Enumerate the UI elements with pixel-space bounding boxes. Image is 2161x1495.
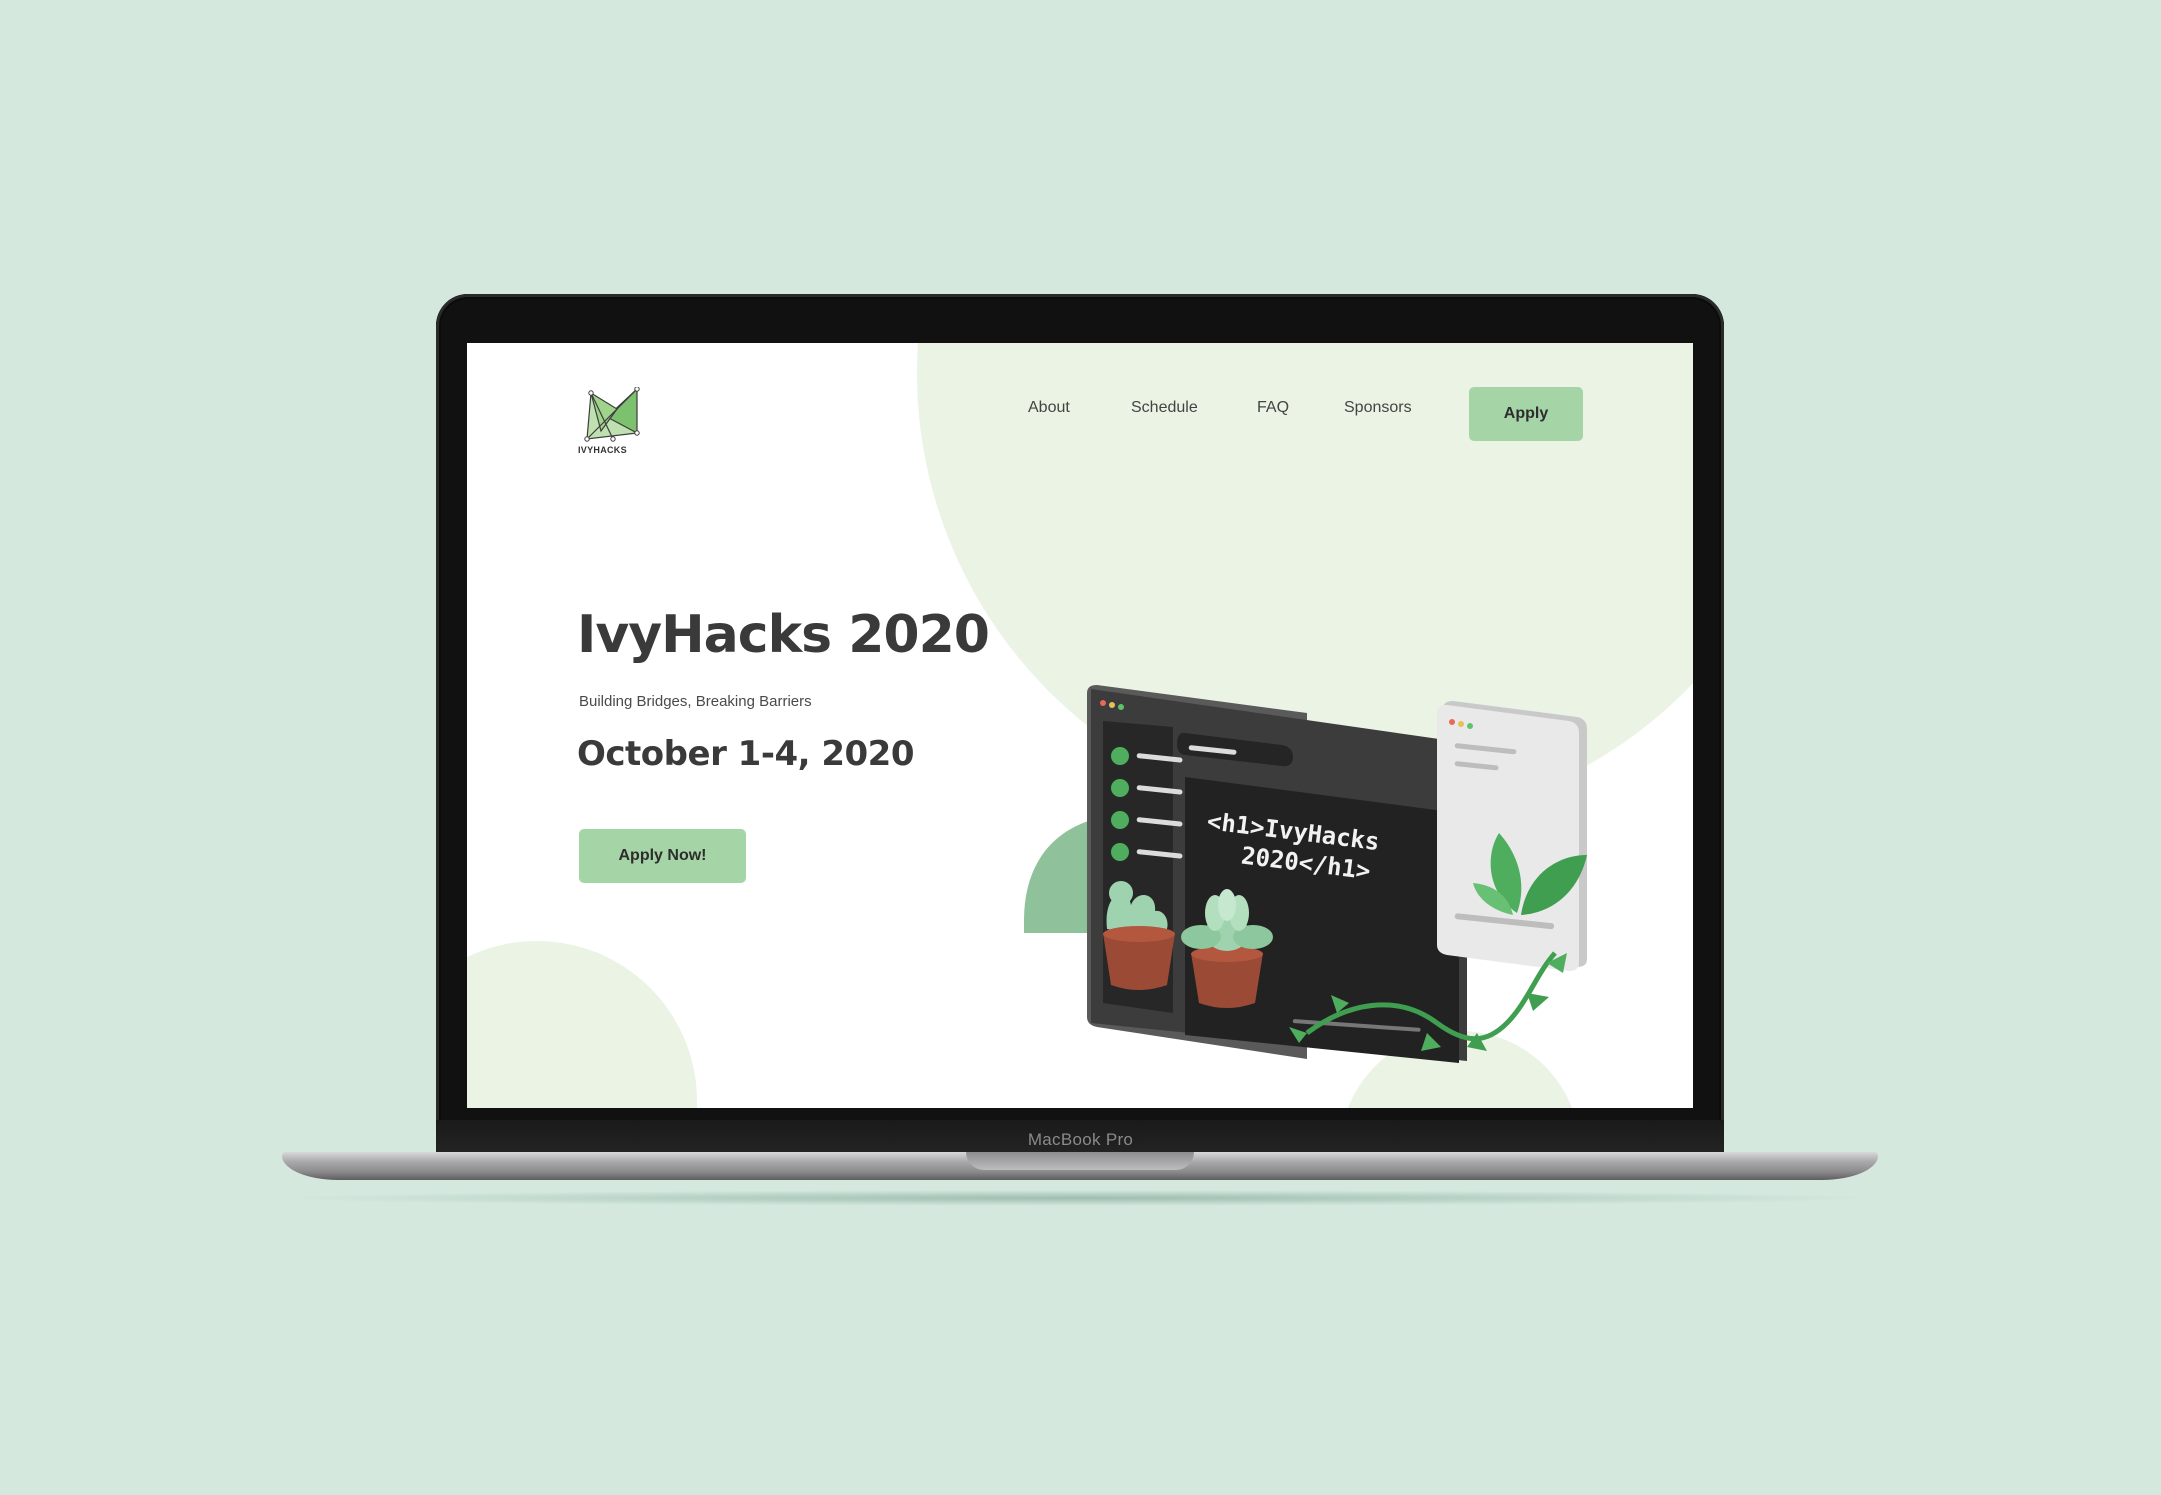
nav-link-faq[interactable]: FAQ <box>1257 399 1289 417</box>
mockup-stage: IVYHACKS About Schedule FAQ Sponsors App… <box>0 0 2161 1495</box>
hero-illustration: <h1>IvyHacks 2020</h1> <box>1024 685 1587 1063</box>
laptop-notch <box>966 1152 1194 1170</box>
laptop-shadow <box>270 1190 1890 1206</box>
nav-link-schedule[interactable]: Schedule <box>1131 399 1198 417</box>
apply-now-button[interactable]: Apply Now! <box>579 829 746 883</box>
hero-title: IvyHacks 2020 <box>577 605 990 665</box>
website-screen: IVYHACKS About Schedule FAQ Sponsors App… <box>467 343 1693 1108</box>
laptop-model-label: MacBook Pro <box>1027 1130 1134 1149</box>
decor-blob-bottom-left <box>467 941 697 1108</box>
hero-date: October 1-4, 2020 <box>577 734 914 774</box>
nav-apply-button[interactable]: Apply <box>1469 387 1583 441</box>
nav-link-about[interactable]: About <box>1028 399 1070 417</box>
hero-subtitle: Building Bridges, Breaking Barriers <box>579 693 812 710</box>
logo-text: IVYHACKS <box>578 445 627 455</box>
nav-link-sponsors[interactable]: Sponsors <box>1344 399 1412 417</box>
